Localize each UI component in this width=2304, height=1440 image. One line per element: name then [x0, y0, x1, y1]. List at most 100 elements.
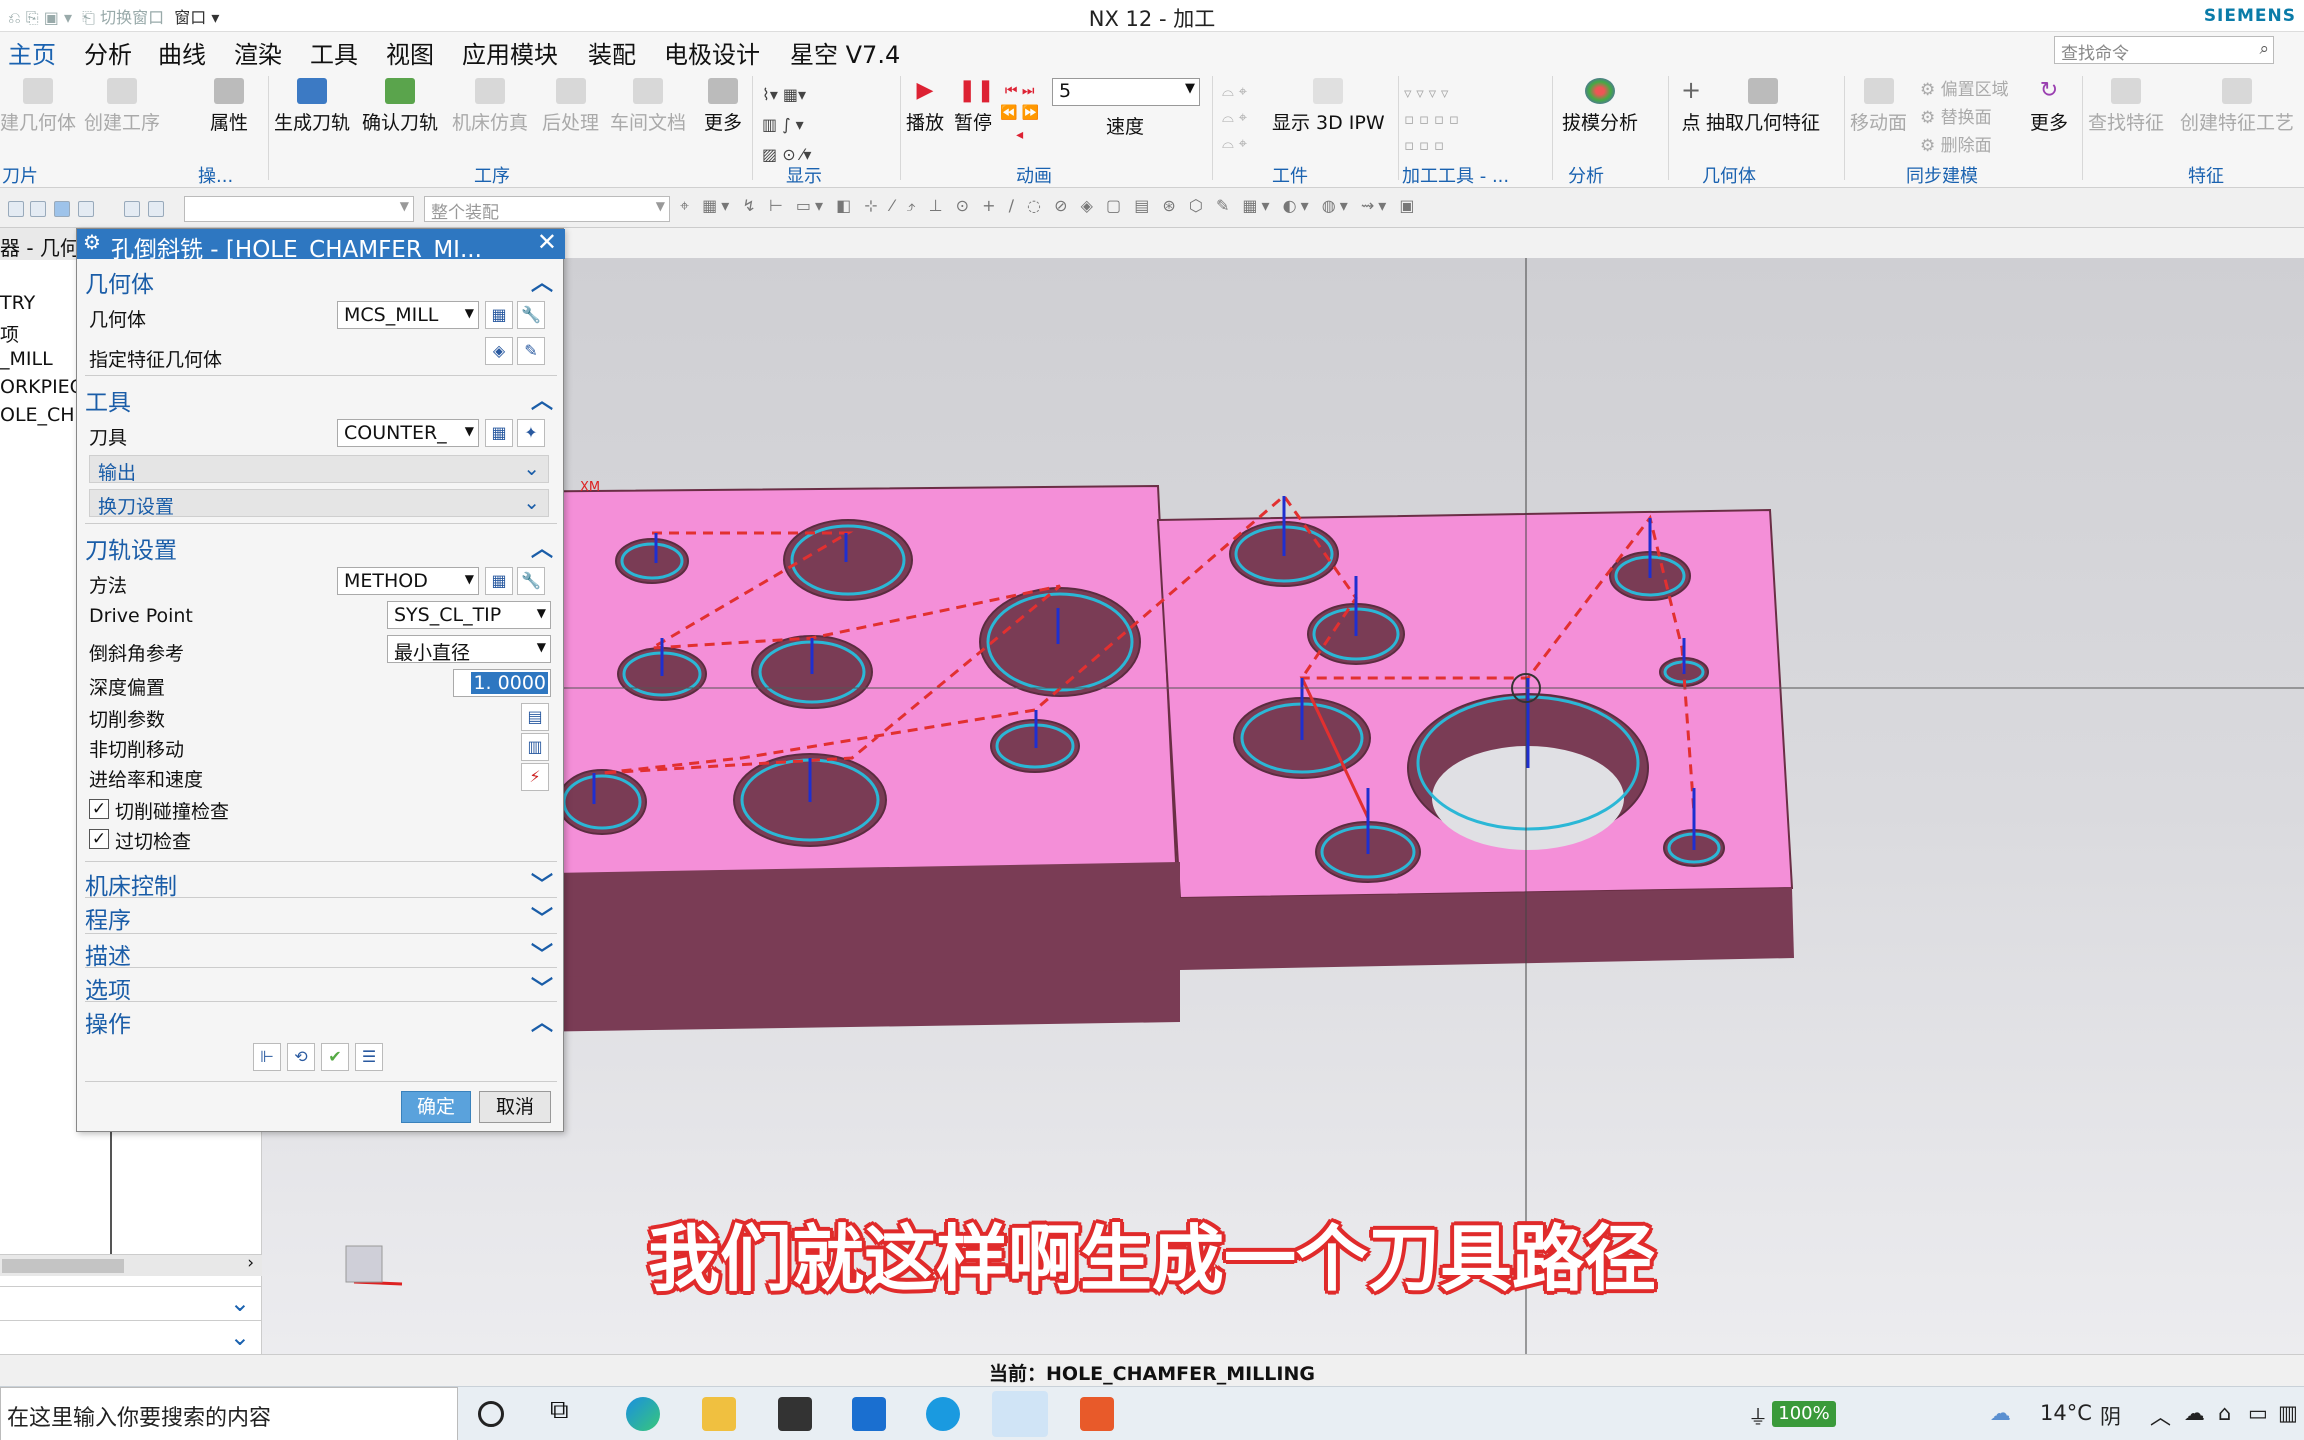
section-tool[interactable]: 工具 ︿ [85, 383, 557, 416]
depth-offset-input[interactable]: 1. 0000 [453, 669, 551, 697]
postprocess-button[interactable]: 后处理 [542, 78, 599, 135]
select-icon[interactable] [78, 201, 94, 217]
cortana-icon[interactable] [478, 1401, 504, 1427]
non-cut-icon[interactable]: ▥ [521, 733, 549, 761]
create-feature-process-button[interactable]: 创建特征工艺 [2180, 78, 2294, 135]
replay-icon[interactable]: ⟲ [287, 1043, 315, 1071]
select-icon[interactable] [54, 201, 70, 217]
temperature-label[interactable]: 14°C [2040, 1401, 2092, 1425]
show-3d-ipw-button[interactable]: 显示 3D IPW [1272, 78, 1385, 135]
tab-render[interactable]: 渲染 [230, 35, 286, 70]
draft-analysis-button[interactable]: 拔模分析 [1562, 78, 1638, 135]
new-method-icon[interactable]: ▦ [485, 567, 513, 595]
subsection-output[interactable]: 输出 ⌄ [89, 455, 549, 484]
tab-app-modules[interactable]: 应用模块 [458, 35, 562, 70]
pause-button[interactable]: ❚❚ 暂停 [954, 78, 995, 135]
create-geometry-button[interactable]: 建几何体 [0, 78, 76, 135]
chevron-up-icon[interactable]: ︿ [2150, 1401, 2171, 1431]
filter-icon[interactable] [148, 201, 164, 217]
gear-icon[interactable]: ⚙ [83, 230, 101, 254]
offset-region-button[interactable]: ⚙ 偏置区域 [1920, 76, 2009, 104]
cloud-sync-icon[interactable]: ☁ [2184, 1401, 2205, 1425]
tab-analysis[interactable]: 分析 [80, 35, 136, 70]
tool-select[interactable]: COUNTER_ ▼ [337, 419, 479, 447]
nav-row-item[interactable]: 项 [0, 320, 76, 348]
cancel-button[interactable]: 取消 [479, 1091, 551, 1123]
delete-face-button[interactable]: ⚙ 删除面 [1920, 132, 2009, 160]
nav-row-workpiece[interactable]: ORKPIEC [0, 376, 76, 404]
section-path-settings[interactable]: 刀轨设置 ︿ [85, 531, 557, 564]
find-feature-button[interactable]: 查找特征 [2088, 78, 2164, 135]
move-face-button[interactable]: 移动面 [1850, 78, 1907, 135]
section-options[interactable]: 选项 ﹀ [85, 971, 557, 1004]
speed-select[interactable]: 5 ▼ [1052, 78, 1200, 106]
taskbar-search-input[interactable]: 在这里输入你要搜索的内容 [0, 1387, 458, 1440]
tab-assembly[interactable]: 装配 [584, 35, 640, 70]
subsection-tool-change[interactable]: 换刀设置 ⌄ [89, 489, 549, 518]
ok-button[interactable]: 确定 [401, 1091, 471, 1123]
geometry-select[interactable]: MCS_MILL ▼ [337, 301, 479, 329]
battery-indicator[interactable]: 100% [1772, 1401, 1836, 1427]
cut-params-icon[interactable]: ▤ [521, 703, 549, 731]
workpiece-tools[interactable]: ⌓ ⌖ ⌓ ⌖ ⌓ ⌖ [1222, 78, 1247, 156]
properties-button[interactable]: 属性 [210, 78, 248, 135]
store-icon[interactable] [778, 1397, 812, 1431]
tab-home[interactable]: 主页 [4, 35, 60, 73]
power-plug-icon[interactable]: ⏚ [1748, 1401, 1768, 1430]
feeds-icon[interactable]: ⚡ [521, 763, 549, 791]
replace-face-button[interactable]: ⚙ 替换面 [1920, 104, 2009, 132]
new-geometry-icon[interactable]: ▦ [485, 301, 513, 329]
nx-app-icon[interactable] [992, 1391, 1048, 1437]
weather-cloud-icon[interactable]: ☁ [1990, 1401, 2011, 1425]
machining-tool-icons[interactable]: ▿ ▿ ▿ ▿ ▫ ▫ ▫ ▫ ▫ ▫ ▫ [1404, 80, 1459, 158]
play-button[interactable]: ▶ 播放 [906, 78, 944, 135]
ie-browser-icon[interactable] [926, 1397, 960, 1431]
edge-browser-icon[interactable] [626, 1397, 660, 1431]
tab-curve[interactable]: 曲线 [154, 35, 210, 70]
gouge-check-checkbox[interactable]: ✓ [89, 829, 109, 849]
display-tools[interactable]: ⌇▾ ▦▾ ▥ ∫ ▾ ▨ ⊙ ⁄▾ [762, 80, 811, 170]
battery-icon[interactable]: ▭ [2248, 1401, 2268, 1425]
tab-electrode[interactable]: 电极设计 [660, 35, 764, 70]
dialog-title-bar[interactable]: ⚙ 孔倒斜铣 - [HOLE_CHAMFER_MI... ✕ [77, 229, 565, 259]
create-operation-button[interactable]: 创建工序 [84, 78, 160, 135]
list-icon[interactable]: ☰ [355, 1043, 383, 1071]
chamfer-ref-select[interactable]: 最小直径 ▼ [387, 635, 551, 663]
sync-modeling-options[interactable]: ⚙ 偏置区域 ⚙ 替换面 ⚙ 删除面 [1920, 76, 2009, 160]
file-explorer-icon[interactable] [702, 1397, 736, 1431]
select-icon[interactable] [30, 201, 46, 217]
task-view-icon[interactable]: ⧉ [550, 1395, 584, 1429]
section-actions[interactable]: 操作 ︿ [85, 1005, 557, 1038]
generate-toolpath-button[interactable]: 生成刀轨 [274, 78, 350, 135]
section-machine-control[interactable]: 机床控制 ﹀ [85, 867, 557, 900]
step-controls[interactable]: ⏮ ⏭ ⏪ ⏩ ◂ [1000, 80, 1039, 146]
mail-icon[interactable] [852, 1397, 886, 1431]
command-search-input[interactable]: 查找命令 ⌕ [2054, 36, 2274, 64]
close-icon[interactable]: ✕ [537, 229, 557, 256]
filter-icon[interactable] [124, 201, 140, 217]
collision-check-checkbox[interactable]: ✓ [89, 799, 109, 819]
section-geometry[interactable]: 几何体 ︿ [85, 265, 557, 298]
section-description[interactable]: 描述 ﹀ [85, 937, 557, 970]
more-button-sync[interactable]: ↻ 更多 [2030, 78, 2068, 135]
weather-label[interactable]: 阴 [2100, 1401, 2121, 1431]
assembly-scope-select[interactable]: 整个装配 ▼ [424, 196, 670, 223]
tab-tools[interactable]: 工具 [306, 35, 362, 70]
network-icon[interactable]: ▥ [2278, 1401, 2298, 1425]
point-button[interactable]: + 点 [1676, 78, 1706, 135]
type-filter-select[interactable]: ▼ [184, 196, 414, 222]
snap-icons[interactable]: ⌖ ▦▾ ↯ ⊢ ▭▾ ◧ ⊹ ⁄ ⤴ ⊥ ⊙ + ∕ ◌ ⊘ ◈ ▢ ▤ ⊛ … [680, 196, 1418, 216]
nav-panel-details[interactable]: ⌄ [0, 1320, 262, 1354]
shop-docs-button[interactable]: 车间文档 [610, 78, 686, 135]
recorder-app-icon[interactable] [1080, 1397, 1114, 1431]
nav-row-operation[interactable]: OLE_CH [0, 404, 76, 432]
edit-tool-icon[interactable]: ✦ [517, 419, 545, 447]
drive-point-select[interactable]: SYS_CL_TIP ▼ [387, 601, 551, 629]
new-tool-icon[interactable]: ▦ [485, 419, 513, 447]
tab-view[interactable]: 视图 [382, 35, 438, 70]
verify-toolpath-button[interactable]: 确认刀轨 [362, 78, 438, 135]
nav-row-mcs[interactable]: _MILL [0, 348, 76, 376]
edit-geometry-icon[interactable]: 🔧 [517, 301, 545, 329]
machine-sim-button[interactable]: 机床仿真 [452, 78, 528, 135]
feature-geometry-icon[interactable]: ◈ [485, 337, 513, 365]
